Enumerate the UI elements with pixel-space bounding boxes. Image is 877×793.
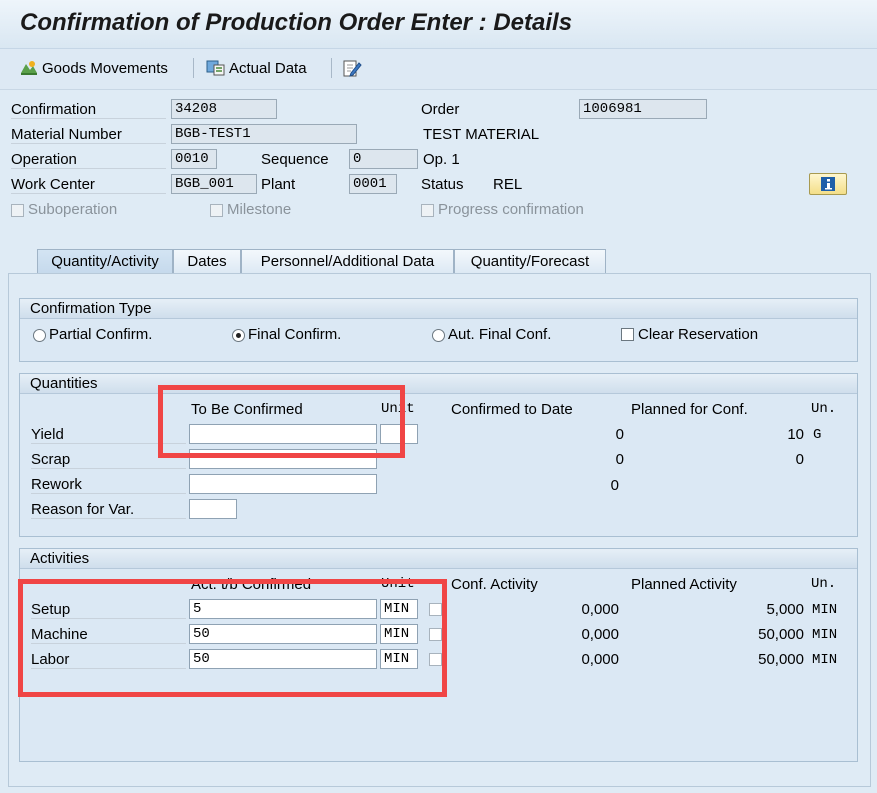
col-act-to-be-confirmed: Act. t/b Confirmed [191, 576, 312, 593]
col-activity-unit: Unit [381, 576, 415, 592]
yield-unit: G [813, 427, 822, 443]
rework-input[interactable] [189, 474, 377, 494]
tab-quantity-activity[interactable]: Quantity/Activity [37, 249, 173, 274]
scrap-input[interactable] [189, 449, 377, 469]
activity-input-setup[interactable]: 5 [189, 599, 377, 619]
tab-personnel-additional-data[interactable]: Personnel/Additional Data [241, 249, 454, 273]
plant-field: 0001 [349, 174, 397, 194]
toolbar-separator [331, 58, 332, 78]
reason-for-variance-input[interactable] [189, 499, 237, 519]
yield-input[interactable] [189, 424, 377, 444]
activity-label-setup: Setup [31, 601, 186, 619]
final-confirm-radio[interactable] [232, 329, 245, 342]
goods-movements-icon [21, 61, 37, 75]
yield-confirmed-to-date: 0 [615, 426, 624, 443]
conf-activity-setup: 0,000 [581, 601, 619, 618]
material-number-field: BGB-TEST1 [171, 124, 357, 144]
milestone-checkbox[interactable] [210, 204, 223, 217]
planned-activity-labor: 50,000 [758, 651, 804, 668]
activity-un-labor: MIN [812, 652, 838, 668]
conf-activity-labor: 0,000 [581, 651, 619, 668]
tab-quantity-forecast[interactable]: Quantity/Forecast [454, 249, 606, 273]
material-number-label: Material Number [11, 126, 166, 144]
col-unit: Unit [381, 401, 415, 417]
col-planned-for-conf: Planned for Conf. [631, 401, 748, 418]
planned-activity-machine: 50,000 [758, 626, 804, 643]
activity-un-machine: MIN [812, 627, 838, 643]
activity-input-labor[interactable]: 50 [189, 649, 377, 669]
clear-reservation-label: Clear Reservation [638, 326, 759, 343]
clear-reservation-checkbox[interactable] [621, 328, 634, 341]
col-un: Un. [811, 401, 837, 417]
info-button[interactable] [809, 173, 847, 195]
quantities-title: Quantities [20, 374, 857, 394]
scrap-label: Scrap [31, 451, 186, 469]
sequence-field: 0 [349, 149, 418, 169]
status-value: REL [493, 176, 523, 193]
final-confirm-label: Final Confirm. [248, 326, 342, 343]
sequence-label: Sequence [261, 151, 329, 168]
suboperation-checkbox[interactable] [11, 204, 24, 217]
activity-unit-setup[interactable]: MIN [380, 599, 418, 619]
activity-label-labor: Labor [31, 651, 186, 669]
partial-confirm-radio[interactable] [33, 329, 46, 342]
confirmation-type-title: Confirmation Type [20, 299, 857, 319]
actual-data-icon [206, 60, 225, 76]
tab-dates[interactable]: Dates [173, 249, 241, 273]
status-label: Status [421, 176, 464, 193]
goods-movements-label: Goods Movements [42, 59, 168, 77]
planned-activity-setup: 5,000 [766, 601, 804, 618]
goods-movements-button[interactable]: Goods Movements [19, 57, 168, 79]
edit-pencil-icon [343, 60, 362, 77]
activity-un-setup: MIN [812, 602, 838, 618]
col-to-be-confirmed: To Be Confirmed [191, 401, 303, 418]
yield-label: Yield [31, 426, 186, 444]
rework-label: Rework [31, 476, 186, 494]
material-description: TEST MATERIAL [423, 126, 540, 143]
actual-data-button[interactable]: Actual Data [206, 57, 307, 79]
work-center-field: BGB_001 [171, 174, 257, 194]
info-icon [821, 177, 835, 191]
activity-unit-machine[interactable]: MIN [380, 624, 418, 644]
page-title: Confirmation of Production Order Enter :… [20, 9, 573, 36]
milestone-label: Milestone [227, 201, 292, 218]
activity-label-machine: Machine [31, 626, 186, 644]
final-activity-checkbox-setup[interactable] [429, 603, 442, 616]
progress-confirmation-label: Progress confirmation [438, 201, 584, 218]
actual-data-label: Actual Data [229, 59, 307, 77]
aut-final-conf-label: Aut. Final Conf. [448, 326, 552, 343]
reason-for-variance-label: Reason for Var. [31, 501, 186, 519]
scrap-confirmed-to-date: 0 [615, 451, 624, 468]
progress-confirmation-checkbox[interactable] [421, 204, 434, 217]
col-confirmed-to-date: Confirmed to Date [451, 401, 573, 418]
col-activity-un: Un. [811, 576, 837, 592]
activity-input-machine[interactable]: 50 [189, 624, 377, 644]
conf-activity-machine: 0,000 [581, 626, 619, 643]
work-center-label: Work Center [11, 176, 166, 194]
aut-final-conf-radio[interactable] [432, 329, 445, 342]
confirmation-label: Confirmation [11, 101, 166, 119]
operation-label: Operation [11, 151, 166, 169]
col-conf-activity: Conf. Activity [451, 576, 538, 593]
final-activity-checkbox-machine[interactable] [429, 628, 442, 641]
order-label: Order [421, 101, 460, 118]
final-activity-checkbox-labor[interactable] [429, 653, 442, 666]
order-field: 1006981 [579, 99, 707, 119]
yield-planned: 10 [787, 426, 804, 443]
toolbar-separator [193, 58, 194, 78]
operation-description: Op. 1 [423, 151, 460, 168]
suboperation-label: Suboperation [28, 201, 118, 218]
yield-unit-input[interactable] [380, 424, 418, 444]
rework-confirmed-to-date: 0 [610, 477, 619, 494]
edit-notes-button[interactable] [342, 57, 362, 79]
confirmation-field: 34208 [171, 99, 277, 119]
partial-confirm-label: Partial Confirm. [49, 326, 153, 343]
scrap-planned: 0 [795, 451, 804, 468]
activities-title: Activities [20, 549, 857, 569]
col-planned-activity: Planned Activity [631, 576, 737, 593]
operation-field: 0010 [171, 149, 217, 169]
plant-label: Plant [261, 176, 296, 193]
activity-unit-labor[interactable]: MIN [380, 649, 418, 669]
